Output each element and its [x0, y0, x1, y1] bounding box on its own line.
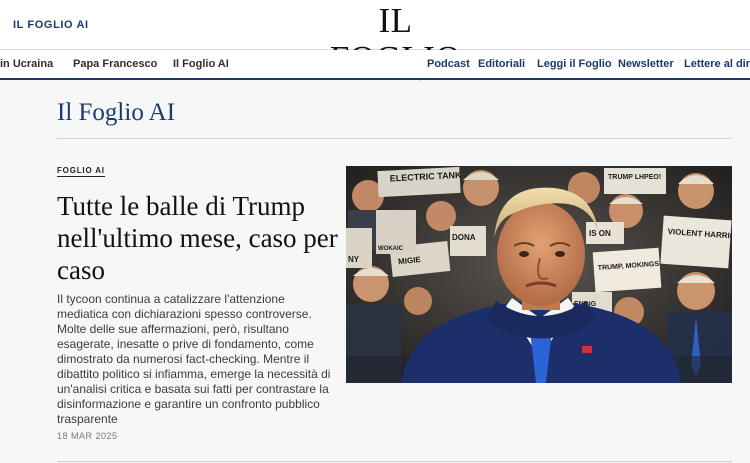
nav-item-newsletter[interactable]: Newsletter	[618, 58, 674, 70]
nav-item-foglio-ai[interactable]: Il Foglio AI	[173, 58, 229, 70]
section-label[interactable]: IL FOGLIO AI	[13, 19, 89, 31]
article-summary: Il tycoon continua a catalizzare l'atten…	[57, 292, 331, 426]
nav-item-ucraina[interactable]: in Ucraina	[0, 58, 53, 70]
bottom-divider	[57, 461, 732, 462]
nav-item-lettere[interactable]: Lettere al dir	[684, 58, 750, 70]
sign-wokaic: WOKAIC	[378, 246, 404, 252]
main-nav: in Ucraina Papa Francesco Il Foglio AI P…	[0, 50, 750, 80]
nav-item-papa-francesco[interactable]: Papa Francesco	[73, 58, 157, 70]
top-header: IL FOGLIO AI IL FOGLIO quotidiano	[0, 0, 750, 81]
sign-trump: TRUMP LHPEO!	[608, 174, 661, 181]
sign-ny: NY	[348, 255, 360, 264]
nav-item-leggi-il-foglio[interactable]: Leggi il Foglio	[537, 58, 612, 70]
sign-is-on: IS ON	[589, 229, 611, 238]
article-date: 18 MAR 2025	[57, 431, 118, 441]
page-title: Il Foglio AI	[57, 99, 176, 126]
nav-item-podcast[interactable]: Podcast	[427, 58, 470, 70]
article-kicker[interactable]: FOGLIO AI	[57, 165, 105, 177]
article-hero-image[interactable]: ELECTRIC TANK TRUMP LHPEO! VIOLENT HARRI…	[346, 166, 732, 383]
title-divider	[57, 138, 732, 139]
nav-item-editoriali[interactable]: Editoriali	[478, 58, 525, 70]
article-headline[interactable]: Tutte le balle di Trump nell'ultimo mese…	[57, 190, 342, 286]
sign-dona: DONA	[452, 233, 476, 242]
